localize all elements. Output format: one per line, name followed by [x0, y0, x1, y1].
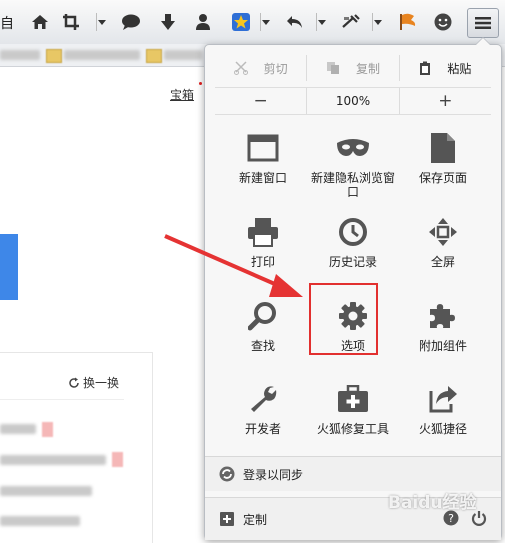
zoom-out-button[interactable]: −: [215, 88, 306, 114]
fullscreen-icon: [426, 215, 460, 249]
magnifier-icon: [246, 299, 280, 333]
browser-toolbar: 自: [0, 0, 505, 45]
sync-icon: [219, 466, 235, 482]
svg-text:?: ?: [448, 512, 454, 525]
copy-label: 复制: [355, 61, 380, 76]
page-link[interactable]: 宝箱: [170, 86, 194, 103]
scissors-icon: [233, 61, 248, 75]
refresh-link[interactable]: 换一换: [68, 374, 119, 391]
addons-button[interactable]: 附加组件: [395, 297, 491, 377]
blurred-news-item[interactable]: [0, 455, 106, 465]
developer-label: 开发者: [244, 422, 281, 436]
print-label: 打印: [250, 255, 275, 269]
clipboard-icon: [420, 61, 431, 75]
blurred-bookmark[interactable]: [164, 50, 202, 60]
fullscreen-label: 全屏: [430, 255, 455, 269]
home-icon[interactable]: [27, 9, 53, 35]
find-label: 查找: [250, 339, 275, 353]
cut-label: 剪切: [263, 61, 288, 76]
clock-icon: [336, 215, 370, 249]
find-button[interactable]: 查找: [215, 297, 311, 377]
wrench-icon: [246, 382, 280, 416]
save-page-label: 保存页面: [418, 171, 467, 185]
window-icon: [246, 131, 280, 165]
page-icon: [426, 131, 460, 165]
puzzle-icon: [426, 299, 460, 333]
save-page-button[interactable]: 保存页面: [395, 129, 491, 209]
share-icon: [426, 382, 460, 416]
hot-badge: [112, 452, 123, 467]
new-window-label: 新建窗口: [238, 171, 287, 185]
mask-icon: [336, 131, 370, 165]
star-dropdown[interactable]: [260, 13, 271, 31]
paste-label: 粘贴: [447, 61, 472, 76]
blurred-news-item[interactable]: [0, 516, 80, 526]
folder-icon[interactable]: [146, 49, 162, 63]
private-window-button[interactable]: 新建隐私浏览窗口: [305, 129, 401, 209]
new-window-button[interactable]: 新建窗口: [215, 129, 311, 209]
zoom-controls: − 100% +: [215, 87, 491, 115]
tools-icon[interactable]: [338, 9, 364, 35]
edit-controls: 剪切 复制 粘贴: [215, 55, 491, 81]
toolbox-icon: [336, 382, 370, 416]
refresh-icon: [69, 377, 79, 388]
download-icon[interactable]: [155, 9, 181, 35]
notification-dot: [199, 82, 202, 85]
sync-label: 登录以同步: [243, 467, 304, 482]
repair-tool-label: 火狐修复工具: [316, 422, 389, 436]
tools-dropdown[interactable]: [372, 13, 383, 31]
chat-icon[interactable]: [118, 9, 144, 35]
zoom-in-button[interactable]: +: [398, 88, 491, 114]
private-window-label: 新建隐私浏览窗口: [311, 171, 396, 199]
undo-dropdown[interactable]: [316, 13, 327, 31]
copy-icon: [326, 62, 339, 74]
folder-icon[interactable]: [46, 49, 62, 63]
printer-icon: [246, 215, 280, 249]
star-badge-icon[interactable]: [228, 9, 254, 35]
history-button[interactable]: 历史记录: [305, 213, 401, 293]
paste-button[interactable]: 粘贴: [398, 55, 491, 81]
person-icon[interactable]: [190, 9, 216, 35]
crop-dropdown[interactable]: [96, 13, 107, 31]
developer-button[interactable]: 开发者: [215, 380, 311, 460]
blurred-news-item[interactable]: [0, 424, 36, 434]
crop-icon[interactable]: [58, 9, 84, 35]
print-button[interactable]: 打印: [215, 213, 311, 293]
blurred-bookmark[interactable]: [0, 50, 40, 60]
repair-tool-button[interactable]: 火狐修复工具: [305, 380, 401, 460]
shortcut-label: 火狐捷径: [418, 422, 467, 436]
open-menu-button[interactable]: [467, 8, 499, 38]
blurred-bookmark[interactable]: [64, 50, 140, 60]
plus-box-icon[interactable]: [219, 511, 235, 527]
copy-button[interactable]: 复制: [306, 55, 398, 81]
shortcut-button[interactable]: 火狐捷径: [395, 380, 491, 460]
hamburger-icon: [475, 17, 491, 29]
smiley-icon[interactable]: [430, 9, 456, 35]
cut-button[interactable]: 剪切: [215, 55, 306, 81]
addons-label: 附加组件: [418, 339, 467, 353]
blurred-news-item[interactable]: [0, 486, 92, 496]
refresh-label: 换一换: [83, 376, 120, 390]
toolbar-left-text: 自: [0, 16, 14, 32]
fullscreen-button[interactable]: 全屏: [395, 213, 491, 293]
options-highlight-box: [309, 283, 378, 355]
customize-label[interactable]: 定制: [243, 511, 267, 528]
undo-icon[interactable]: [282, 9, 308, 35]
history-label: 历史记录: [328, 255, 377, 269]
sync-row[interactable]: 登录以同步: [205, 456, 501, 491]
zoom-reset-button[interactable]: 100%: [306, 88, 398, 114]
flag-icon[interactable]: [395, 9, 421, 35]
watermark: Baidu经验: [388, 493, 477, 513]
divider: [0, 399, 124, 400]
search-button[interactable]: [0, 234, 18, 300]
hot-badge: [42, 422, 53, 437]
